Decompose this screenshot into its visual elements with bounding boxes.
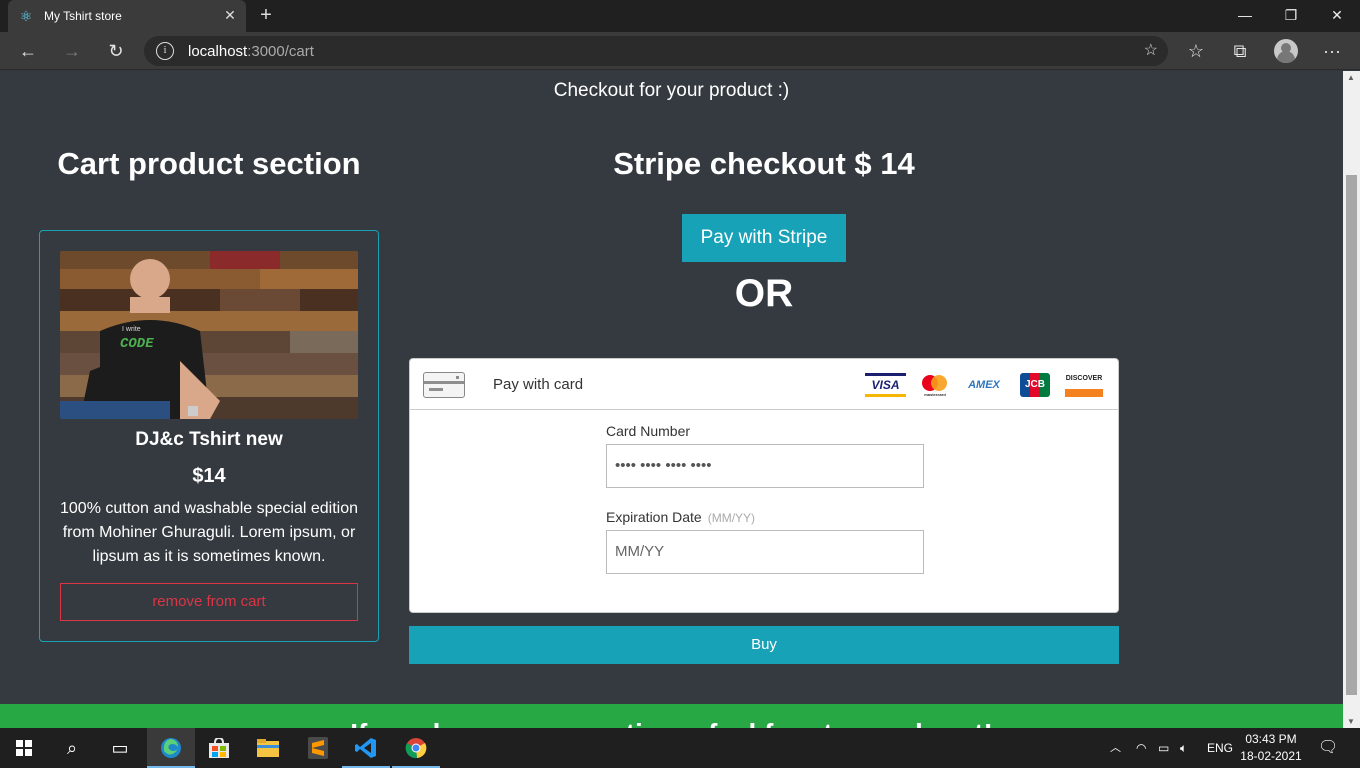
collections-icon[interactable]: ⧉ xyxy=(1226,38,1254,64)
expiration-date-label: Expiration Date (MM/YY) xyxy=(606,509,755,525)
url-text[interactable]: localhost:3000/cart xyxy=(188,43,314,60)
clock-time: 03:43 PM xyxy=(1245,732,1297,746)
reload-icon[interactable]: ↻ xyxy=(102,38,130,64)
menu-icon[interactable]: ··· xyxy=(1318,38,1346,64)
discover-logo: DISCOVER xyxy=(1065,373,1103,397)
tab-title: My Tshirt store xyxy=(44,9,122,23)
network-icon[interactable]: ◠ xyxy=(1136,728,1146,768)
chrome-icon[interactable] xyxy=(392,728,440,768)
favorites-icon[interactable]: ☆ xyxy=(1182,38,1210,64)
close-window-button[interactable]: ✕ xyxy=(1314,0,1360,32)
clock-date: 18-02-2021 xyxy=(1240,749,1302,763)
expiration-label-text: Expiration Date xyxy=(606,509,702,525)
page-scrollbar[interactable]: ▲ ▼ xyxy=(1343,71,1360,728)
new-tab-button[interactable]: + xyxy=(256,4,276,27)
show-hidden-icons[interactable]: ︿ xyxy=(1110,728,1121,768)
jcb-logo: JCB xyxy=(1020,373,1050,397)
page-subtitle: Checkout for your product :) xyxy=(553,80,790,101)
close-tab-icon[interactable]: ✕ xyxy=(222,7,238,24)
store-icon[interactable] xyxy=(195,728,243,768)
forward-icon[interactable]: → xyxy=(58,38,86,64)
info-icon[interactable]: i xyxy=(156,42,174,60)
buy-button[interactable]: Buy xyxy=(409,626,1119,664)
visa-logo: VISA xyxy=(865,373,906,397)
scroll-up-icon[interactable]: ▲ xyxy=(1347,73,1355,82)
sublime-text-icon[interactable] xyxy=(294,728,342,768)
browser-tab-bar: ⚛ My Tshirt store ✕ + — ❐ ✕ xyxy=(0,0,1360,32)
product-price: $14 xyxy=(192,465,226,487)
credit-card-icon xyxy=(423,372,465,398)
address-bar[interactable]: i localhost:3000/cart ☆ xyxy=(144,36,1168,66)
language-indicator[interactable]: ENG xyxy=(1207,728,1233,768)
shirt-text-main: CODE xyxy=(120,336,154,352)
windows-taskbar: ⌕ ▭ ︿ ◠ ▭ 🔈︎ ENG 03:43 PM 18-02-2021 🗨︎ xyxy=(0,728,1360,768)
volume-icon[interactable]: 🔈︎ xyxy=(1180,728,1187,768)
pay-with-stripe-button[interactable]: Pay with Stripe xyxy=(682,214,846,262)
product-description: 100% cutton and washable special edition… xyxy=(60,500,358,565)
task-view-icon[interactable]: ▭ xyxy=(96,728,144,768)
file-explorer-icon[interactable] xyxy=(244,728,292,768)
scroll-down-icon[interactable]: ▼ xyxy=(1347,717,1355,726)
restore-button[interactable]: ❐ xyxy=(1268,0,1314,32)
vscode-icon[interactable] xyxy=(342,728,390,768)
expiration-placeholder: MM/YY xyxy=(615,543,665,560)
card-form-header: Pay with card VISA mastercard AMEX JCB D… xyxy=(410,359,1118,410)
card-number-input[interactable]: •••• •••• •••• •••• xyxy=(606,444,924,488)
battery-icon[interactable]: ▭ xyxy=(1158,728,1169,768)
remove-from-cart-button[interactable]: remove from cart xyxy=(60,583,358,621)
scroll-thumb[interactable] xyxy=(1346,175,1357,695)
product-image: I write CODE xyxy=(60,251,358,419)
cart-heading: Cart product section xyxy=(57,146,361,181)
edge-browser-icon[interactable] xyxy=(147,728,195,768)
pay-with-card-label: Pay with card xyxy=(493,376,584,393)
notifications-icon[interactable]: 🗨︎ xyxy=(1318,728,1338,768)
footer-text: If you have any questions, feel free to … xyxy=(0,718,1343,728)
footer-banner: If you have any questions, feel free to … xyxy=(0,704,1343,728)
search-icon[interactable]: ⌕ xyxy=(48,728,96,768)
back-icon[interactable]: ← xyxy=(14,38,42,64)
mastercard-label: mastercard xyxy=(924,392,946,397)
or-divider: OR xyxy=(734,272,794,315)
windows-start-icon[interactable] xyxy=(0,728,48,768)
shirt-text-top: I write xyxy=(122,326,141,333)
amex-logo: AMEX xyxy=(968,379,1000,391)
minimize-button[interactable]: — xyxy=(1222,0,1268,32)
browser-toolbar: ← → ↻ i localhost:3000/cart ☆ ☆ ⧉ ··· xyxy=(0,32,1360,70)
add-favorite-icon[interactable]: ☆ xyxy=(1144,40,1158,60)
mastercard-logo: mastercard xyxy=(920,373,950,397)
url-path: :3000/cart xyxy=(247,43,314,60)
expiration-hint: (MM/YY) xyxy=(707,511,756,525)
taskbar-clock[interactable]: 03:43 PM 18-02-2021 xyxy=(1236,731,1306,765)
stripe-heading: Stripe checkout $ 14 xyxy=(613,146,915,181)
react-icon: ⚛ xyxy=(19,8,33,24)
browser-tab[interactable]: ⚛ My Tshirt store ✕ xyxy=(8,0,246,32)
profile-avatar[interactable] xyxy=(1274,39,1298,63)
product-name: DJ&c Tshirt new xyxy=(135,429,283,450)
expiration-date-input[interactable]: MM/YY xyxy=(606,530,924,574)
product-card: I write CODE DJ&c Tshirt new $14 100% cu… xyxy=(39,230,379,642)
card-number-label: Card Number xyxy=(606,423,691,439)
url-host: localhost xyxy=(188,43,248,60)
card-payment-form: Pay with card VISA mastercard AMEX JCB D… xyxy=(409,358,1119,613)
